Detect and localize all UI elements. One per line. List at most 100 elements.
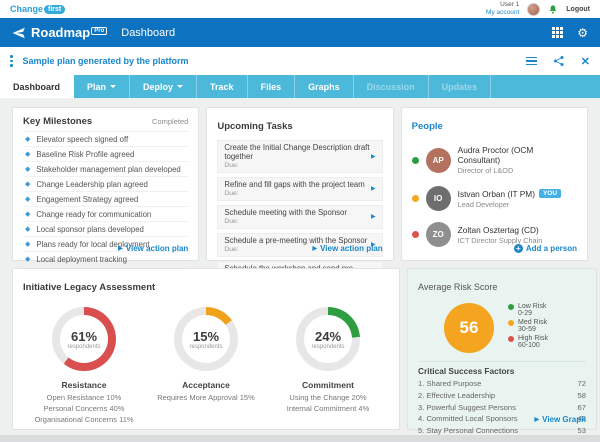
people-card: People AP Audra Proctor (OCM Consultant)… xyxy=(401,107,588,261)
pro-badge: Pro xyxy=(91,27,107,35)
task-arrow-icon: ▶ xyxy=(371,153,376,160)
milestone-diamond-icon: ◆ xyxy=(25,136,30,143)
plus-circle-icon: + xyxy=(514,244,523,253)
milestone-item[interactable]: ◆Engagement Strategy agreed xyxy=(23,192,188,207)
dashboard-page: Changefirst User 1 My account Logout Roa… xyxy=(0,0,600,442)
avatar: ZO xyxy=(426,222,451,247)
settings-gear-icon[interactable]: ⚙ xyxy=(577,27,588,39)
milestone-item[interactable]: ◆Local deployment tracking xyxy=(23,252,188,267)
tab-discussion[interactable]: Discussion xyxy=(354,75,429,98)
risk-legend: Low Risk0-29 Med Risk30-59 High Risk60-1… xyxy=(508,303,548,353)
plan-toolbar: Sample plan generated by the platform ✕ xyxy=(0,47,600,75)
acceptance-donut-group: 15% respondents Acceptance Requires More… xyxy=(145,307,267,426)
milestone-item[interactable]: ◆Baseline Risk Profile agreed xyxy=(23,147,188,162)
assessment-title: Initiative Legacy Assessment xyxy=(23,282,155,293)
plan-title: Sample plan generated by the platform xyxy=(23,56,189,66)
milestone-diamond-icon: ◆ xyxy=(25,196,30,203)
people-title: People xyxy=(412,121,443,132)
close-icon[interactable]: ✕ xyxy=(581,55,590,68)
med-risk-dot xyxy=(508,320,514,326)
completed-label: Completed xyxy=(152,117,188,126)
upcoming-tasks-card: Upcoming Tasks Create the Initial Change… xyxy=(206,107,393,261)
milestone-diamond-icon: ◆ xyxy=(25,226,30,233)
person-row[interactable]: IO Istvan Orban (IT PM)YOU Lead Develope… xyxy=(412,186,577,211)
menu-icon[interactable] xyxy=(526,57,537,66)
milestone-item[interactable]: ◆Change Leadership plan agreed xyxy=(23,177,188,192)
tab-graphs[interactable]: Graphs xyxy=(295,75,354,98)
tab-track[interactable]: Track xyxy=(197,75,248,98)
person-role: Lead Developer xyxy=(458,200,561,209)
task-item[interactable]: Create the Initial Change Description dr… xyxy=(217,140,382,173)
view-action-plan-link[interactable]: ▶View action plan xyxy=(312,244,382,253)
view-graph-link[interactable]: ▶View Graph xyxy=(535,415,587,424)
task-item[interactable]: Refine and fill gaps with the project te… xyxy=(217,177,382,201)
person-row[interactable]: AP Audra Proctor (OCM Consultant) Direct… xyxy=(412,145,577,175)
view-action-plan-link[interactable]: ▶View action plan xyxy=(118,244,188,253)
donut-label: Acceptance xyxy=(145,380,267,390)
tab-dashboard[interactable]: Dashboard xyxy=(0,75,74,98)
task-item[interactable]: Schedule meeting with the SponsorDue: ▶ xyxy=(217,205,382,229)
roadmap-plane-icon xyxy=(12,26,26,40)
csf-title: Critical Success Factors xyxy=(418,366,586,376)
status-dot xyxy=(412,195,419,202)
commitment-donut-chart: 24% respondents xyxy=(296,307,360,371)
tab-bar: Dashboard Plan Deploy Track Files Graphs… xyxy=(0,75,600,98)
logo-bubble: first xyxy=(44,5,65,14)
app-bar: RoadmapPro Dashboard ⚙ xyxy=(0,18,600,47)
play-icon: ▶ xyxy=(312,245,317,252)
chevron-down-icon xyxy=(177,85,183,91)
play-icon: ▶ xyxy=(535,416,540,423)
milestone-diamond-icon: ◆ xyxy=(25,166,30,173)
milestone-item[interactable]: ◆Local sponsor plans developed xyxy=(23,222,188,237)
milestone-diamond-icon: ◆ xyxy=(25,181,30,188)
logout-button[interactable]: Logout xyxy=(566,6,590,13)
milestone-diamond-icon: ◆ xyxy=(25,256,30,263)
brand-name: RoadmapPro xyxy=(31,25,107,40)
legacy-assessment-card: Initiative Legacy Assessment 61% respond… xyxy=(12,268,400,430)
my-account-link[interactable]: My account xyxy=(486,9,519,17)
notification-bell-icon[interactable] xyxy=(548,4,558,15)
key-milestones-card: Key Milestones Completed ◆Elevator speec… xyxy=(12,107,199,261)
high-risk-dot xyxy=(508,336,514,342)
status-dot xyxy=(412,231,419,238)
csf-row: 1. Shared Purpose72 xyxy=(418,378,586,390)
resistance-donut-group: 61% respondents Resistance Open Resistan… xyxy=(23,307,145,426)
apps-grid-icon[interactable] xyxy=(552,27,563,38)
acceptance-donut-chart: 15% respondents xyxy=(174,307,238,371)
milestone-item[interactable]: ◆Elevator speech signed off xyxy=(23,132,188,147)
user-avatar[interactable] xyxy=(527,3,540,16)
changefirst-logo[interactable]: Changefirst xyxy=(10,4,65,14)
chevron-down-icon xyxy=(110,85,116,91)
drag-handle-icon[interactable] xyxy=(10,55,13,67)
milestones-title: Key Milestones xyxy=(23,116,92,127)
task-arrow-icon: ▶ xyxy=(371,213,376,220)
task-arrow-icon: ▶ xyxy=(371,185,376,192)
low-risk-dot xyxy=(508,304,514,310)
risk-score-gauge: 56 xyxy=(444,303,494,353)
add-person-link[interactable]: +Add a person xyxy=(514,244,577,253)
tab-updates[interactable]: Updates xyxy=(429,75,492,98)
tasks-title: Upcoming Tasks xyxy=(217,121,292,132)
csf-row: 3. Powerful Suggest Persons67 xyxy=(418,402,586,414)
person-name: Zoltan Osztertag (CD) xyxy=(458,225,539,235)
csf-row: 2. Effective Leadership58 xyxy=(418,390,586,402)
commitment-donut-group: 24% respondents Commitment Using the Cha… xyxy=(267,307,389,426)
avatar: AP xyxy=(426,148,451,173)
resistance-donut-chart: 61% respondents xyxy=(52,307,116,371)
tab-files[interactable]: Files xyxy=(248,75,296,98)
donut-label: Resistance xyxy=(23,380,145,390)
person-role: Director of L&OD xyxy=(458,166,577,175)
milestone-item[interactable]: ◆Stakeholder management plan developed xyxy=(23,162,188,177)
tab-deploy[interactable]: Deploy xyxy=(130,75,197,98)
share-icon[interactable] xyxy=(553,55,565,67)
milestone-diamond-icon: ◆ xyxy=(25,211,30,218)
person-name: Audra Proctor (OCM Consultant) xyxy=(458,145,577,165)
play-icon: ▶ xyxy=(118,245,123,252)
milestone-item[interactable]: ◆Change ready for communication xyxy=(23,207,188,222)
status-dot xyxy=(412,157,419,164)
tab-plan[interactable]: Plan xyxy=(74,75,130,98)
risk-score-card: Average Risk Score 56 Low Risk0-29 Med R… xyxy=(407,268,597,430)
user-name: User 1 xyxy=(486,1,519,9)
risk-title: Average Risk Score xyxy=(418,282,497,292)
milestone-diamond-icon: ◆ xyxy=(25,241,30,248)
